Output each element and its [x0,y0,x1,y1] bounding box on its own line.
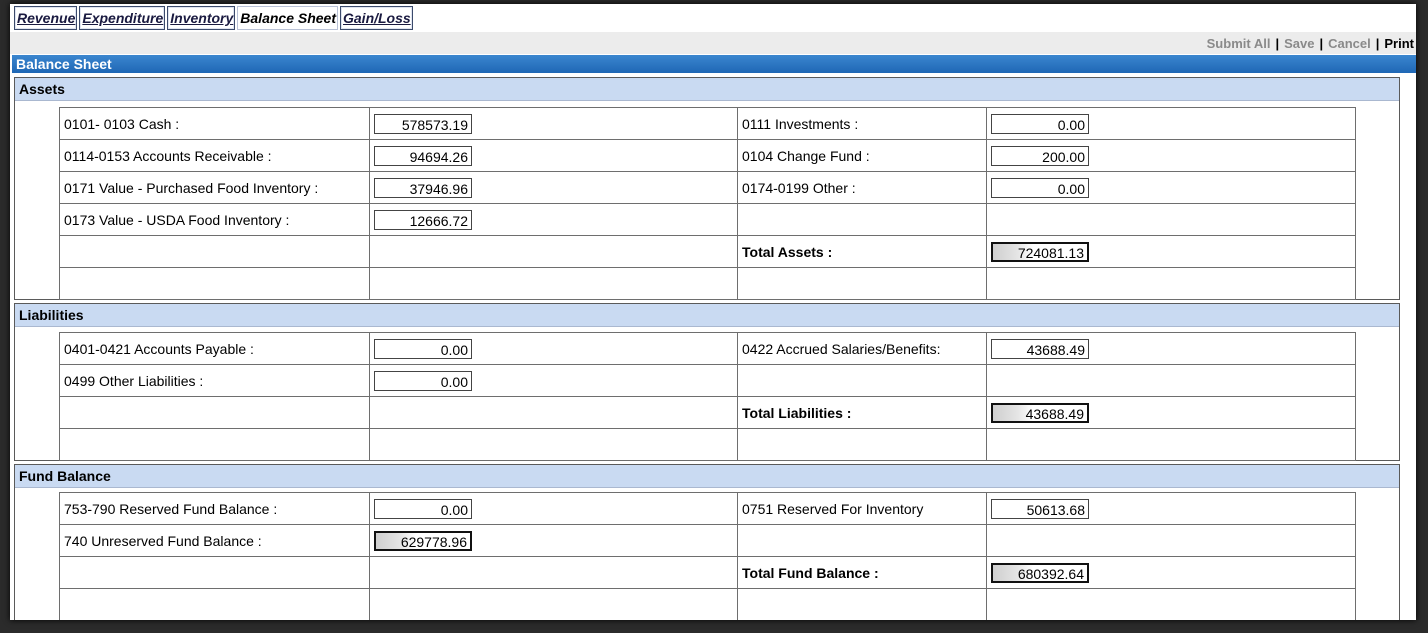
liabilities-table: 0401-0421 Accounts Payable : 0.00 0422 A… [59,332,1356,461]
total-assets-label: Total Assets : [737,235,987,268]
tab-expenditure[interactable]: Expenditure [79,6,166,30]
separator: | [1375,35,1380,51]
table-row: 0171 Value - Purchased Food Inventory : … [59,171,1356,204]
table-row [59,428,1356,461]
assets-section-title: Assets [15,78,1399,101]
cash-input[interactable]: 578573.19 [374,113,472,134]
liabilities-section-title: Liabilities [15,304,1399,327]
accounts-payable-label: 0401-0421 Accounts Payable : [59,332,370,365]
balance-sheet-window: Revenue Expenditure Inventory Balance Sh… [10,4,1416,620]
table-row: Total Liabilities : 43688.49 [59,396,1356,429]
usda-food-inventory-input[interactable]: 12666.72 [374,209,472,230]
assets-section: Assets 0101- 0103 Cash : 578573.19 0111 … [14,77,1400,300]
fund-balance-table: 753-790 Reserved Fund Balance : 0.00 075… [59,492,1356,620]
separator: | [1275,35,1280,51]
change-fund-input[interactable]: 200.00 [991,145,1089,166]
table-row: 753-790 Reserved Fund Balance : 0.00 075… [59,492,1356,525]
table-row [59,267,1356,300]
separator: | [1319,35,1324,51]
tab-revenue[interactable]: Revenue [14,6,78,30]
table-row: Total Fund Balance : 680392.64 [59,556,1356,589]
other-liabilities-label: 0499 Other Liabilities : [59,364,370,397]
tab-inventory[interactable]: Inventory [167,6,236,30]
table-row: 0499 Other Liabilities : 0.00 [59,364,1356,397]
reserved-fund-balance-label: 753-790 Reserved Fund Balance : [59,492,370,525]
accrued-salaries-input[interactable]: 43688.49 [991,338,1089,359]
accounts-receivable-input[interactable]: 94694.26 [374,145,472,166]
fund-balance-section: Fund Balance 753-790 Reserved Fund Balan… [14,464,1400,620]
fund-balance-section-title: Fund Balance [15,465,1399,488]
save-button[interactable]: Save [1284,36,1314,51]
total-liabilities-label: Total Liabilities : [737,396,987,429]
investments-input[interactable]: 0.00 [991,113,1089,134]
total-fund-balance-value: 680392.64 [991,562,1089,583]
table-row: 0114-0153 Accounts Receivable : 94694.26… [59,139,1356,172]
reserved-fund-balance-input[interactable]: 0.00 [374,498,472,519]
page-title: Balance Sheet [12,55,1416,73]
other-assets-label: 0174-0199 Other : [737,171,987,204]
accounts-payable-input[interactable]: 0.00 [374,338,472,359]
accrued-salaries-label: 0422 Accrued Salaries/Benefits: [737,332,987,365]
cancel-button[interactable]: Cancel [1328,36,1371,51]
total-assets-value: 724081.13 [991,241,1089,262]
liabilities-section: Liabilities 0401-0421 Accounts Payable :… [14,303,1400,461]
assets-table: 0101- 0103 Cash : 578573.19 0111 Investm… [59,107,1356,300]
other-liabilities-input[interactable]: 0.00 [374,370,472,391]
accounts-receivable-label: 0114-0153 Accounts Receivable : [59,139,370,172]
reserved-for-inventory-label: 0751 Reserved For Inventory [737,492,987,525]
purchased-food-inventory-input[interactable]: 37946.96 [374,177,472,198]
table-row: 0401-0421 Accounts Payable : 0.00 0422 A… [59,332,1356,365]
action-bar: Submit All | Save | Cancel | Print [10,32,1416,54]
tab-bar: Revenue Expenditure Inventory Balance Sh… [14,6,413,32]
cash-label: 0101- 0103 Cash : [59,107,370,140]
submit-all-button[interactable]: Submit All [1207,36,1271,51]
total-fund-balance-label: Total Fund Balance : [737,556,987,589]
change-fund-label: 0104 Change Fund : [737,139,987,172]
table-row: 0173 Value - USDA Food Inventory : 12666… [59,203,1356,236]
table-row: 0101- 0103 Cash : 578573.19 0111 Investm… [59,107,1356,140]
table-row: Total Assets : 724081.13 [59,235,1356,268]
purchased-food-inventory-label: 0171 Value - Purchased Food Inventory : [59,171,370,204]
total-liabilities-value: 43688.49 [991,402,1089,423]
usda-food-inventory-label: 0173 Value - USDA Food Inventory : [59,203,370,236]
table-row: 740 Unreserved Fund Balance : 629778.96 [59,524,1356,557]
tab-balance-sheet[interactable]: Balance Sheet [237,6,338,30]
reserved-for-inventory-input[interactable]: 50613.68 [991,498,1089,519]
print-button[interactable]: Print [1384,36,1414,51]
unreserved-fund-balance-value: 629778.96 [374,530,472,551]
investments-label: 0111 Investments : [737,107,987,140]
table-row [59,588,1356,620]
unreserved-fund-balance-label: 740 Unreserved Fund Balance : [59,524,370,557]
other-assets-input[interactable]: 0.00 [991,177,1089,198]
tab-gain-loss[interactable]: Gain/Loss [340,6,413,30]
